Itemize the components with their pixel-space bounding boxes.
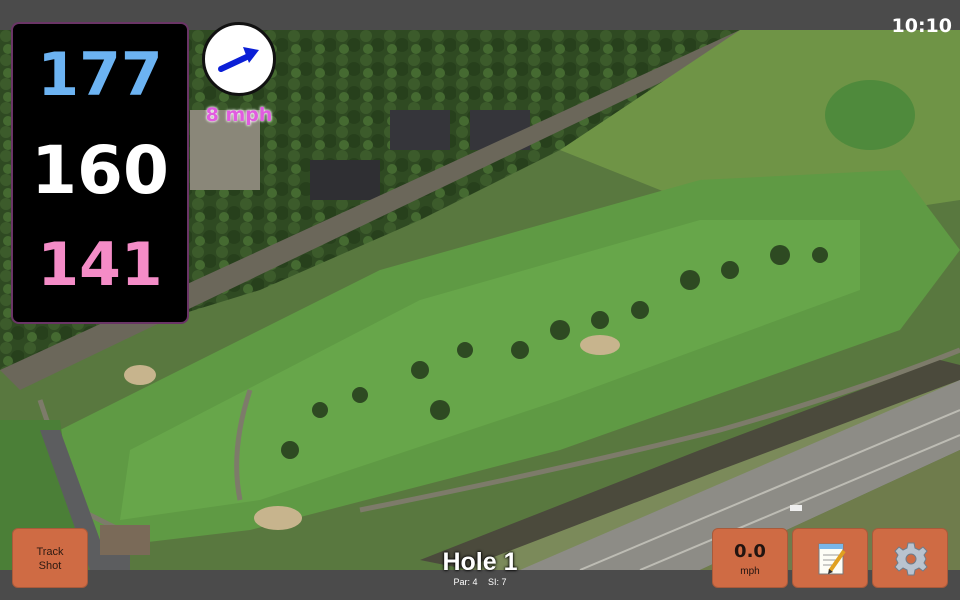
track-shot-button[interactable]: Track Shot	[12, 528, 88, 588]
notepad-icon	[818, 543, 846, 575]
wind-indicator	[202, 22, 276, 96]
wind-speed-label: 8 mph	[205, 104, 273, 126]
center-distance: 160	[31, 132, 169, 209]
hole-info: Par: 4 SI: 7	[380, 577, 580, 587]
speed-button[interactable]: 0.0 mph	[712, 528, 788, 588]
distance-panel: 177 160 141	[11, 22, 189, 324]
speed-value: 0.0	[734, 541, 766, 562]
status-clock: 10:10	[891, 15, 952, 37]
speed-unit: mph	[740, 566, 760, 577]
gear-icon	[894, 542, 928, 576]
track-shot-label-line1: Track	[36, 546, 64, 558]
back-distance: 177	[37, 40, 163, 110]
hole-title: Hole 1	[442, 548, 518, 576]
hole-stroke-index: SI: 7	[488, 577, 507, 587]
hole-par: Par: 4	[453, 577, 478, 587]
notes-button[interactable]	[792, 528, 868, 588]
settings-button[interactable]	[872, 528, 948, 588]
track-shot-label-line2: Shot	[38, 560, 62, 572]
wind-arrow-icon	[218, 47, 259, 72]
front-distance: 141	[37, 230, 163, 300]
